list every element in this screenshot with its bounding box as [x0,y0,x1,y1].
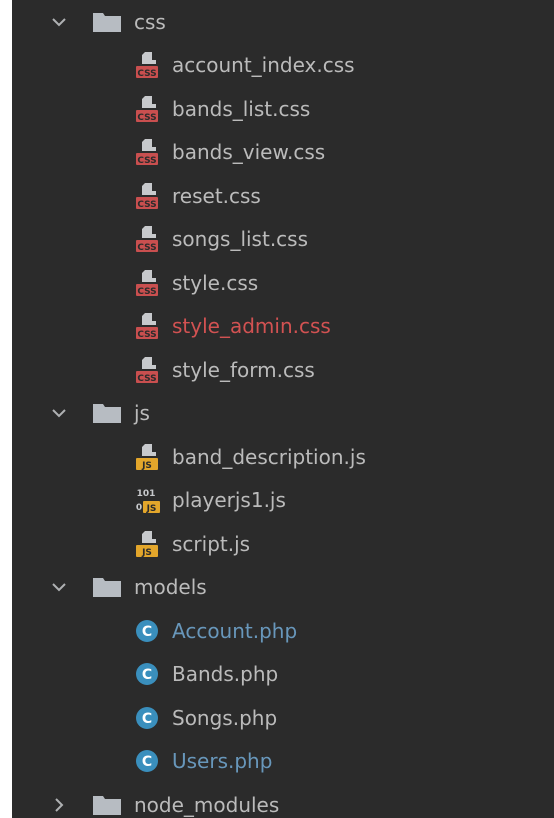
file-row-bands-list-css[interactable]: CSS bands_list.css [12,87,554,131]
file-label: reset.css [172,183,261,208]
folder-icon [92,401,122,425]
js-file-icon: JS [134,442,164,472]
file-row-account-php[interactable]: C Account.php [12,609,554,653]
file-label: Users.php [172,749,273,774]
file-row-style-css[interactable]: CSS style.css [12,261,554,305]
css-file-icon: CSS [134,311,164,341]
file-row-reset-css[interactable]: CSS reset.css [12,174,554,218]
css-file-icon: CSS [134,94,164,124]
file-label: Bands.php [172,662,279,687]
chevron-right-icon[interactable] [48,794,70,816]
svg-text:JS: JS [146,504,157,514]
file-label: playerjs1.js [172,488,286,513]
file-row-band-description-js[interactable]: JS band_description.js [12,435,554,479]
file-label: style_admin.css [172,314,331,339]
folder-label: node_modules [134,792,280,817]
file-label: style_form.css [172,357,315,382]
svg-text:CSS: CSS [137,243,156,253]
file-row-script-js[interactable]: JS script.js [12,522,554,566]
php-class-icon: C [134,746,164,776]
svg-text:JS: JS [141,548,152,558]
svg-text:C: C [142,624,152,640]
file-label: Account.php [172,618,298,643]
file-row-bands-php[interactable]: C Bands.php [12,653,554,697]
project-tree-panel: css CSS account_index.css CSS bands_list… [12,0,554,818]
file-label: script.js [172,531,251,556]
php-class-icon: C [134,703,164,733]
file-row-songs-php[interactable]: C Songs.php [12,696,554,740]
svg-text:CSS: CSS [137,156,156,166]
svg-text:CSS: CSS [137,69,156,79]
file-row-bands-view-css[interactable]: CSS bands_view.css [12,131,554,175]
folder-row-node-modules[interactable]: node_modules [12,783,554,818]
svg-text:C: C [142,667,152,683]
css-file-icon: CSS [134,268,164,298]
chevron-down-icon[interactable] [48,402,70,424]
svg-text:C: C [142,711,152,727]
file-label: bands_view.css [172,140,326,165]
svg-text:101: 101 [137,489,156,499]
svg-text:0: 0 [136,503,142,513]
binary-js-file-icon: 101 0 JS [134,485,164,515]
php-class-icon: C [134,616,164,646]
folder-label: js [134,401,150,426]
svg-text:C: C [142,754,152,770]
file-row-account-index-css[interactable]: CSS account_index.css [12,44,554,88]
folder-icon [92,793,122,817]
folder-label: models [134,575,207,600]
file-label: bands_list.css [172,96,311,121]
css-file-icon: CSS [134,224,164,254]
file-label: band_description.js [172,444,366,469]
chevron-down-icon[interactable] [48,11,70,33]
file-row-users-php[interactable]: C Users.php [12,740,554,784]
file-label: style.css [172,270,259,295]
file-row-style-admin-css[interactable]: CSS style_admin.css [12,305,554,349]
file-row-style-form-css[interactable]: CSS style_form.css [12,348,554,392]
file-label: songs_list.css [172,227,309,252]
folder-icon [92,10,122,34]
folder-row-js[interactable]: js [12,392,554,436]
folder-label: css [134,9,166,34]
svg-text:CSS: CSS [137,287,156,297]
file-row-playerjs1-js[interactable]: 101 0 JS playerjs1.js [12,479,554,523]
svg-text:CSS: CSS [137,330,156,340]
php-class-icon: C [134,659,164,689]
file-row-songs-list-css[interactable]: CSS songs_list.css [12,218,554,262]
file-label: Songs.php [172,705,278,730]
svg-text:JS: JS [141,461,152,471]
file-tree: css CSS account_index.css CSS bands_list… [12,0,554,818]
chevron-down-icon[interactable] [48,576,70,598]
file-label: account_index.css [172,53,355,78]
js-file-icon: JS [134,529,164,559]
folder-row-css[interactable]: css [12,0,554,44]
css-file-icon: CSS [134,181,164,211]
folder-row-models[interactable]: models [12,566,554,610]
css-file-icon: CSS [134,50,164,80]
svg-text:CSS: CSS [137,113,156,123]
svg-text:CSS: CSS [137,200,156,210]
css-file-icon: CSS [134,355,164,385]
folder-icon [92,575,122,599]
css-file-icon: CSS [134,137,164,167]
svg-text:CSS: CSS [137,374,156,384]
